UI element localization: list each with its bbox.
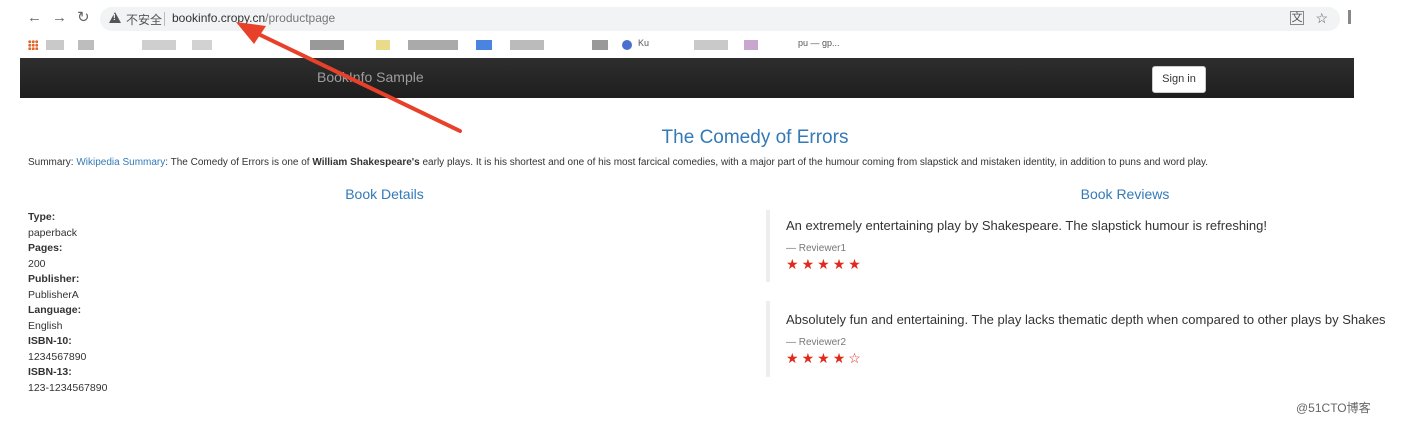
warning-icon xyxy=(109,12,121,23)
detail-label: Pages: xyxy=(28,242,63,254)
review-text: An extremely entertaining play by Shakes… xyxy=(786,218,1268,233)
review-card: Absolutely fun and entertaining. The pla… xyxy=(766,301,1386,377)
detail-label: ISBN-10: xyxy=(28,335,72,347)
brand-title[interactable]: BookInfo Sample xyxy=(317,69,424,85)
star-filled-icon: ★ xyxy=(817,350,830,366)
detail-label: Publisher: xyxy=(28,273,80,285)
url-domain: bookinfo.cropy.cn xyxy=(172,11,266,25)
detail-value: 123-1234567890 xyxy=(28,381,108,394)
detail-label: Language: xyxy=(28,304,82,316)
bookmark-item[interactable] xyxy=(46,40,64,50)
apps-grid-icon[interactable] xyxy=(28,40,38,50)
back-arrow-icon[interactable]: ← xyxy=(27,9,42,27)
detail-value: paperback xyxy=(28,226,78,239)
app-navbar: BookInfo Sample Sign in xyxy=(20,58,1354,98)
detail-value: PublisherA xyxy=(28,288,79,301)
browser-toolbar: ← → ↻ 不安全 bookinfo.cropy.cn/productpage … xyxy=(0,0,1404,36)
bookmark-item[interactable] xyxy=(476,40,492,50)
wikipedia-summary-link[interactable]: Wikipedia Summary xyxy=(76,157,165,168)
reload-icon[interactable]: ↻ xyxy=(77,9,90,27)
bookmarks-bar: Ku pu — gp... xyxy=(0,36,1404,58)
detail-label: Type: xyxy=(28,211,56,223)
product-title: The Comedy of Errors xyxy=(661,127,849,148)
bookmark-item[interactable] xyxy=(510,40,544,50)
address-bar[interactable]: 不安全 bookinfo.cropy.cn/productpage 文 ☆ xyxy=(100,7,1340,31)
bookmark-label[interactable]: Ku xyxy=(638,38,649,48)
bookmark-item[interactable] xyxy=(142,40,176,50)
summary-text-post: early plays. It is his shortest and one … xyxy=(419,157,1209,168)
summary-label: Summary: xyxy=(28,157,77,168)
star-filled-icon: ★ xyxy=(832,350,846,366)
url-text[interactable]: bookinfo.cropy.cn/productpage xyxy=(172,11,335,25)
star-filled-icon: ★ xyxy=(832,256,846,272)
bookmark-item[interactable] xyxy=(694,40,728,50)
star-filled-icon: ★ xyxy=(786,256,799,272)
translate-icon[interactable]: 文 xyxy=(1290,11,1304,25)
summary-author: William Shakespeare's xyxy=(312,157,420,168)
bookmark-item[interactable] xyxy=(310,40,344,50)
detail-label: ISBN-13: xyxy=(28,366,72,378)
bookmark-item[interactable] xyxy=(592,40,608,50)
star-filled-icon: ★ xyxy=(801,350,815,366)
star-filled-icon: ★ xyxy=(786,350,799,366)
bookmark-star-icon[interactable]: ☆ xyxy=(1315,10,1328,27)
insecure-label: 不安全 xyxy=(126,13,163,27)
address-divider xyxy=(164,12,165,26)
bookmark-item[interactable] xyxy=(78,40,94,50)
star-empty-icon: ☆ xyxy=(848,350,861,366)
reviewer-name: — Reviewer2 xyxy=(786,337,847,348)
star-filled-icon: ★ xyxy=(848,256,861,272)
detail-value: 1234567890 xyxy=(28,350,87,363)
bookmark-item[interactable] xyxy=(192,40,212,50)
summary-text-pre: : The Comedy of Errors is one of xyxy=(165,157,313,168)
rating-stars: ★ ★ ★ ★ ☆ xyxy=(786,350,1386,366)
bookmark-item[interactable] xyxy=(408,40,458,50)
star-filled-icon: ★ xyxy=(817,256,830,272)
watermark-text: @51CTO博客 xyxy=(1296,401,1371,415)
book-reviews-heading: Book Reviews xyxy=(1080,186,1170,202)
reviewer-name: — Reviewer1 xyxy=(786,243,847,254)
detail-value: 200 xyxy=(28,257,46,270)
bookmark-item[interactable] xyxy=(744,40,758,50)
rating-stars: ★ ★ ★ ★ ★ xyxy=(786,256,1386,272)
sign-in-button[interactable]: Sign in xyxy=(1152,66,1206,93)
browser-menu-icon[interactable] xyxy=(1348,10,1351,24)
bookmark-item[interactable] xyxy=(622,40,632,50)
forward-arrow-icon[interactable]: → xyxy=(52,9,67,27)
product-summary: Summary: Wikipedia Summary: The Comedy o… xyxy=(28,157,1358,168)
review-card: An extremely entertaining play by Shakes… xyxy=(766,210,1386,282)
book-details-heading: Book Details xyxy=(345,186,424,202)
bookmark-label[interactable]: pu — gp... xyxy=(798,38,840,48)
star-filled-icon: ★ xyxy=(801,256,815,272)
url-path: /productpage xyxy=(265,11,336,25)
book-details-list: Type: paperback Pages: 200 Publisher: Pu… xyxy=(28,210,107,396)
detail-value: English xyxy=(28,319,63,332)
bookmark-item[interactable] xyxy=(376,40,390,50)
review-text: Absolutely fun and entertaining. The pla… xyxy=(786,312,1386,327)
